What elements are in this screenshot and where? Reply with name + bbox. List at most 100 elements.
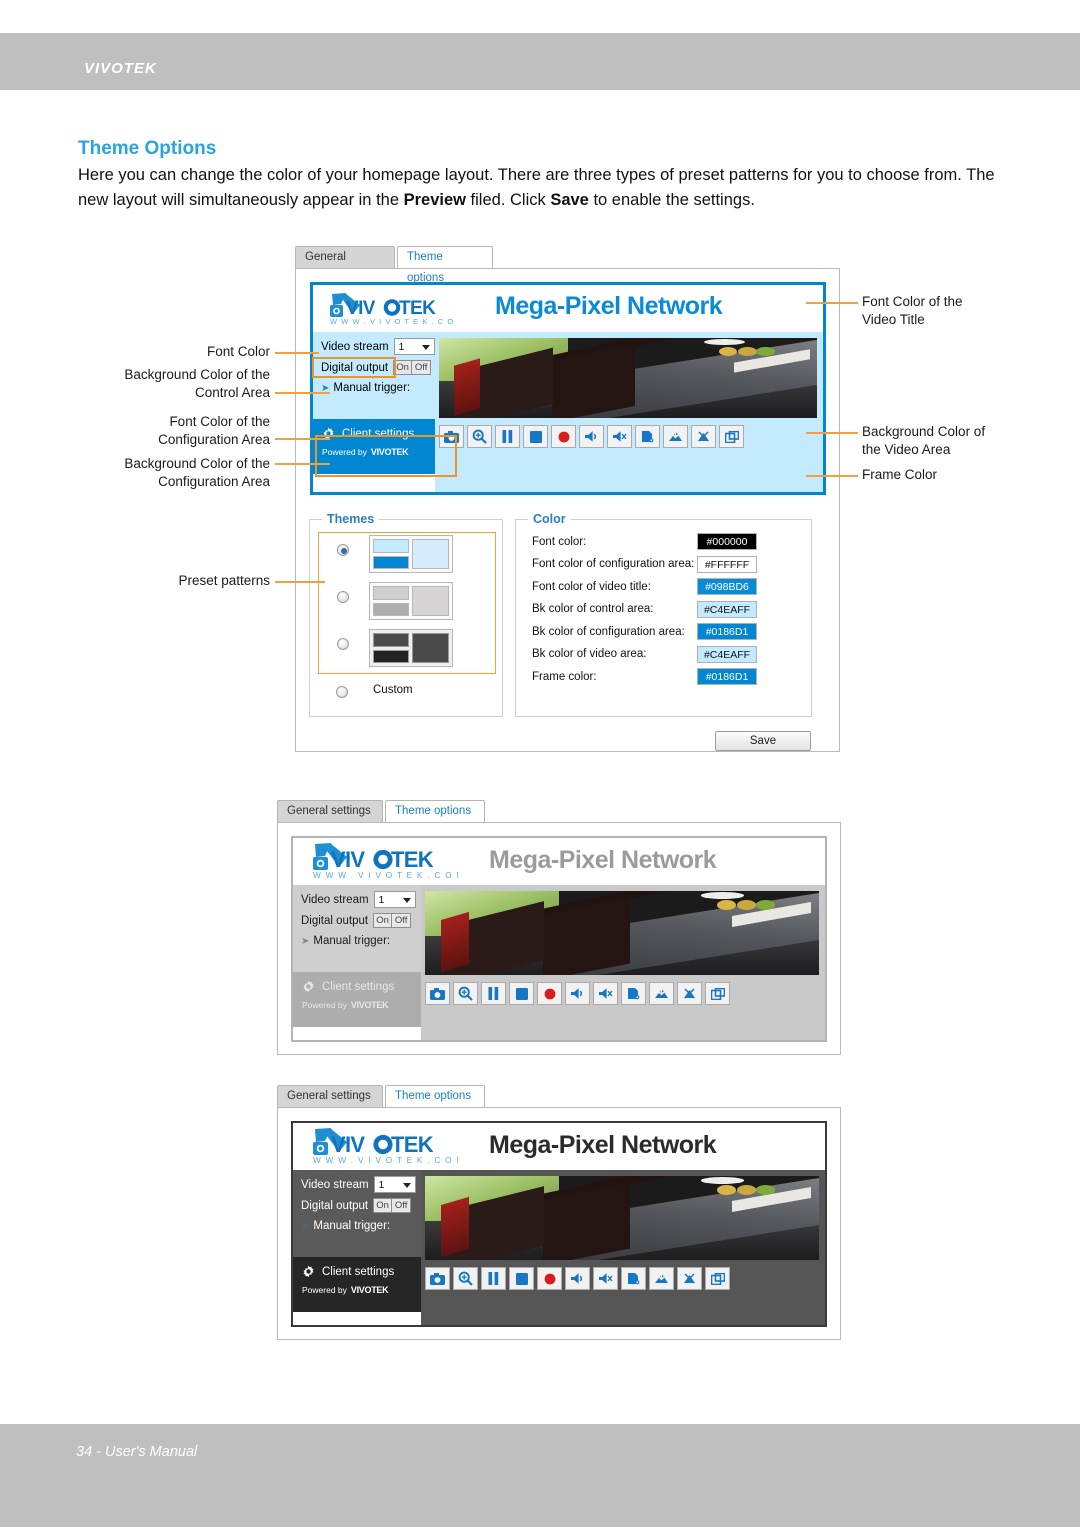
powered-by-label: Powered by bbox=[302, 1000, 347, 1010]
mic-icon[interactable] bbox=[649, 982, 674, 1005]
color-value-field[interactable]: #0186D1 bbox=[697, 623, 757, 640]
manual-trigger-row[interactable]: ➤ Manual trigger: bbox=[301, 935, 421, 947]
video-stream-value: 1 bbox=[378, 1178, 385, 1191]
fullscreen-icon[interactable] bbox=[719, 425, 744, 448]
digital-output-label: Digital output bbox=[301, 1199, 369, 1212]
color-row: Font color of configuration area: #FFFFFF bbox=[532, 555, 811, 573]
snapshot-icon[interactable] bbox=[425, 982, 450, 1005]
digital-output-toggle[interactable]: On Off bbox=[393, 360, 432, 375]
configuration-area: Client settings Powered by VIVOTEK bbox=[293, 972, 421, 1027]
mic-mute-icon[interactable] bbox=[677, 1267, 702, 1290]
theme-swatch-blue[interactable] bbox=[369, 535, 453, 573]
digital-output-off[interactable]: Off bbox=[392, 913, 412, 928]
tab-theme-options[interactable]: Theme options bbox=[385, 800, 485, 822]
mute-icon[interactable] bbox=[607, 425, 632, 448]
video-area bbox=[435, 332, 823, 492]
video-stream-image bbox=[439, 338, 817, 418]
theme-radio-dark[interactable] bbox=[337, 638, 349, 650]
themes-legend: Themes bbox=[322, 512, 380, 526]
color-row-label: Font color: bbox=[532, 535, 587, 548]
snapshot-icon[interactable] bbox=[425, 1267, 450, 1290]
video-stream-label: Video stream bbox=[301, 1178, 369, 1191]
tab-general-settings[interactable]: General settings bbox=[277, 1085, 383, 1107]
pause-icon[interactable] bbox=[495, 425, 520, 448]
digital-output-off[interactable]: Off bbox=[392, 1198, 412, 1213]
client-settings-label: Client settings bbox=[322, 980, 395, 993]
record-icon[interactable] bbox=[537, 982, 562, 1005]
volume-icon[interactable] bbox=[579, 425, 604, 448]
manual-trigger-label: Manual trigger: bbox=[313, 1220, 391, 1232]
color-row: Font color: #000000 bbox=[532, 533, 811, 550]
digital-zoom-icon[interactable] bbox=[453, 1267, 478, 1290]
mute-icon[interactable] bbox=[593, 1267, 618, 1290]
chevron-down-icon bbox=[422, 345, 430, 350]
video-stream-label: Video stream bbox=[321, 340, 389, 353]
page-footer-band bbox=[0, 1424, 1080, 1527]
tab-general-settings[interactable]: General settings bbox=[277, 800, 383, 822]
preset-patterns-box bbox=[318, 532, 496, 674]
color-value-field[interactable]: #FFFFFF bbox=[697, 555, 757, 573]
theme-swatch-gray[interactable] bbox=[369, 582, 453, 620]
digital-zoom-icon[interactable] bbox=[467, 425, 492, 448]
stop-icon[interactable] bbox=[523, 425, 548, 448]
talk-icon[interactable] bbox=[621, 1267, 646, 1290]
configuration-area: Client settings Powered by VIVOTEK bbox=[293, 1257, 421, 1312]
digital-output-on[interactable]: On bbox=[373, 1198, 393, 1213]
mute-icon[interactable] bbox=[593, 982, 618, 1005]
fullscreen-icon[interactable] bbox=[705, 1267, 730, 1290]
color-value-field[interactable]: #C4EAFF bbox=[697, 600, 757, 618]
client-settings-row[interactable]: Client settings bbox=[302, 980, 421, 993]
manual-trigger-row[interactable]: ➤ Manual trigger: bbox=[301, 1220, 421, 1232]
annotation-bk-config-area: Background Color of the Configuration Ar… bbox=[124, 456, 270, 489]
svg-text:W W W . V I V O T E K . C O M: W W W . V I V O T E K . C O M bbox=[313, 1156, 458, 1165]
talk-icon[interactable] bbox=[635, 425, 660, 448]
digital-output-off[interactable]: Off bbox=[412, 360, 432, 375]
theme-radio-blue[interactable] bbox=[337, 544, 349, 556]
stop-icon[interactable] bbox=[509, 1267, 534, 1290]
manual-trigger-label: Manual trigger: bbox=[333, 382, 411, 394]
digital-output-on[interactable]: On bbox=[373, 913, 393, 928]
video-stream-select[interactable]: 1 bbox=[373, 891, 416, 908]
save-button[interactable]: Save bbox=[715, 731, 811, 751]
record-icon[interactable] bbox=[537, 1267, 562, 1290]
client-settings-row[interactable]: Client settings bbox=[302, 1265, 421, 1278]
digital-output-toggle[interactable]: On Off bbox=[373, 1198, 412, 1213]
screenshot-body-1: VIV TEK W W W . V I V O T E K . C O M Me… bbox=[295, 268, 840, 752]
preview-header: VIV TEK W W W . V I V O T E K . C O M Mega-… bbox=[293, 1123, 825, 1170]
color-row-label: Font color of video title: bbox=[532, 580, 651, 593]
theme-radio-custom[interactable] bbox=[336, 686, 348, 698]
stop-icon[interactable] bbox=[509, 982, 534, 1005]
digital-zoom-icon[interactable] bbox=[453, 982, 478, 1005]
talk-icon[interactable] bbox=[621, 982, 646, 1005]
video-stream-select[interactable]: 1 bbox=[373, 1176, 416, 1193]
theme-swatch-dark[interactable] bbox=[369, 629, 453, 667]
vivotek-logo-icon: VIV TEK W W W . V I V O T E K . C O M bbox=[308, 1126, 463, 1166]
color-value-field[interactable]: #000000 bbox=[697, 533, 757, 550]
fullscreen-icon[interactable] bbox=[705, 982, 730, 1005]
pause-icon[interactable] bbox=[481, 1267, 506, 1290]
color-value-field[interactable]: #0186D1 bbox=[697, 668, 757, 685]
video-stream-row: Video stream 1 bbox=[301, 891, 421, 908]
color-legend: Color bbox=[528, 512, 571, 526]
record-icon[interactable] bbox=[551, 425, 576, 448]
volume-icon[interactable] bbox=[565, 982, 590, 1005]
color-value-field[interactable]: #C4EAFF bbox=[697, 645, 757, 663]
mic-mute-icon[interactable] bbox=[691, 425, 716, 448]
tab-theme-options[interactable]: Theme options bbox=[397, 246, 493, 284]
config-column: Video stream 1 Digital output On Off ➤ Manual … bbox=[293, 1170, 421, 1325]
mic-icon[interactable] bbox=[649, 1267, 674, 1290]
volume-icon[interactable] bbox=[565, 1267, 590, 1290]
tab-theme-options[interactable]: Theme options bbox=[385, 1085, 485, 1107]
digital-output-toggle[interactable]: On Off bbox=[373, 913, 412, 928]
pause-icon[interactable] bbox=[481, 982, 506, 1005]
mic-icon[interactable] bbox=[663, 425, 688, 448]
tab-bar-1: General settings Theme options bbox=[295, 246, 840, 284]
video-stream-select[interactable]: 1 bbox=[393, 338, 435, 355]
manual-trigger-row[interactable]: ➤ Manual trigger: bbox=[321, 382, 435, 394]
video-control-bar bbox=[425, 1267, 819, 1290]
header-rule bbox=[0, 90, 1080, 93]
tab-general-settings[interactable]: General settings bbox=[295, 246, 395, 284]
mic-mute-icon[interactable] bbox=[677, 982, 702, 1005]
theme-radio-gray[interactable] bbox=[337, 591, 349, 603]
color-value-field[interactable]: #098BD6 bbox=[697, 578, 757, 595]
